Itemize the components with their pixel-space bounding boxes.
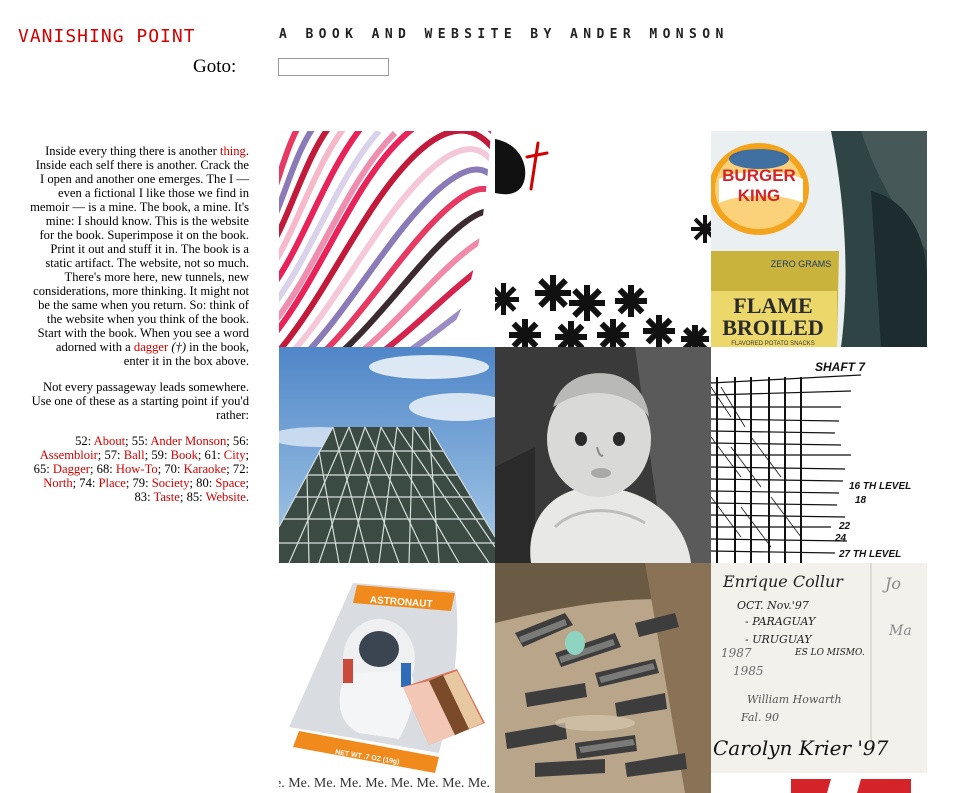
postcard-line-2: OCT. Nov.'97: [737, 599, 809, 612]
marbled-paper-graphic: [279, 131, 495, 347]
map-label-16th: 16 TH LEVEL: [849, 481, 911, 492]
postcard-line-1: Enrique Collur: [722, 572, 844, 591]
postcard-line-10: Carolyn Krier '97: [713, 736, 889, 760]
link-separator: ;: [245, 448, 250, 462]
svg-text:Ma: Ma: [888, 623, 912, 639]
dagger-asterisk-graphic: [495, 131, 711, 347]
link-separator: .: [245, 490, 249, 504]
link-number: 70:: [164, 462, 184, 476]
postcard-line-4: - URUGUAY: [745, 633, 813, 646]
goto-label: Goto:: [193, 56, 237, 77]
link-number: 79:: [132, 476, 152, 490]
postcard-line-7: 1985: [733, 664, 764, 678]
link-number: 52:: [75, 434, 94, 448]
burger-bag-line2: BROILED: [722, 315, 823, 340]
map-title: SHAFT 7: [815, 360, 866, 374]
link-number: 56:: [232, 434, 249, 448]
link-thing[interactable]: thing: [220, 144, 246, 158]
link-number: 59:: [151, 448, 171, 462]
link-dagger[interactable]: dagger: [134, 340, 168, 354]
postcard-line-6: 1987: [721, 646, 752, 660]
link-dagger[interactable]: Dagger: [53, 462, 90, 476]
intro-text-b: . Inside each self there is another. Cra…: [30, 144, 249, 354]
goto-input[interactable]: [278, 58, 389, 76]
link-number: 85:: [186, 490, 206, 504]
link-taste[interactable]: Taste: [154, 490, 180, 504]
link-number: 83:: [134, 490, 154, 504]
handwritten-postcard-graphic: Enrique Collur OCT. Nov.'97 - PARAGUAY -…: [711, 563, 927, 793]
passageway-paragraph: Not every passageway leads somewhere. Us…: [31, 380, 249, 422]
mine-shaft-map-image[interactable]: SHAFT 7 16 TH LEVEL 18 22 24 27 TH LEVEL: [711, 347, 927, 563]
burger-king-chips-image[interactable]: BURGER KING ZERO GRAMS FLAME BROILED FLA…: [711, 131, 927, 347]
intro-text-a: Inside every thing there is another: [45, 144, 220, 158]
postcard-line-9: Fal. 90: [740, 711, 779, 724]
link-assembloir[interactable]: Assembloir: [40, 448, 98, 462]
link-city[interactable]: City: [224, 448, 246, 462]
burger-king-chips-graphic: BURGER KING ZERO GRAMS FLAME BROILED FLA…: [711, 131, 927, 347]
burger-logo-line2: KING: [738, 186, 781, 205]
site-byline: A BOOK AND WEBSITE BY ANDER MONSON: [279, 27, 729, 42]
glass-pyramid-image[interactable]: [279, 347, 495, 563]
me-strip-text: e. Me. Me. Me. Me. Me. Me. Me. Me.: [279, 776, 490, 791]
link-number: 68:: [96, 462, 116, 476]
razor-blades-image[interactable]: [495, 563, 711, 793]
link-number: 65:: [33, 462, 53, 476]
postcard-line-5: ES LO MISMO.: [794, 648, 865, 658]
baby-photo-image[interactable]: [495, 347, 711, 563]
handwritten-postcard-image[interactable]: Enrique Collur OCT. Nov.'97 - PARAGUAY -…: [711, 563, 927, 793]
link-separator: ;: [179, 490, 187, 504]
svg-text:Jo: Jo: [882, 574, 901, 593]
link-space[interactable]: Space: [215, 476, 245, 490]
link-separator: ;: [245, 476, 250, 490]
marbled-paper-image[interactable]: [279, 131, 495, 347]
dagger-symbol: (†): [171, 340, 187, 354]
link-separator: ;: [226, 462, 233, 476]
link-ball[interactable]: Ball: [124, 448, 145, 462]
link-place[interactable]: Place: [99, 476, 126, 490]
mine-shaft-map-graphic: SHAFT 7 16 TH LEVEL 18 22 24 27 TH LEVEL: [711, 347, 927, 563]
link-number: 74:: [79, 476, 99, 490]
link-how-to[interactable]: How-To: [116, 462, 158, 476]
astronaut-ice-cream-graphic: ASTRONAUT NET WT .7 OZ (19g) e. Me. Me. …: [279, 563, 495, 793]
razor-blades-graphic: [495, 563, 711, 793]
intro-text: Inside every thing there is another thin…: [30, 144, 249, 516]
map-label-27th: 27 TH LEVEL: [838, 549, 901, 560]
link-number: 57:: [104, 448, 124, 462]
link-number: 55:: [131, 434, 151, 448]
link-separator: ;: [197, 448, 205, 462]
link-separator: ;: [89, 462, 97, 476]
burger-zero-text: ZERO GRAMS: [771, 259, 832, 269]
link-separator: ;: [226, 434, 233, 448]
link-number: 80:: [196, 476, 216, 490]
site-title[interactable]: VANISHING POINT: [18, 26, 196, 47]
link-book[interactable]: Book: [171, 448, 198, 462]
link-website[interactable]: Website: [206, 490, 246, 504]
dagger-asterisk-image[interactable]: [495, 131, 711, 347]
link-about[interactable]: About: [94, 434, 125, 448]
link-society[interactable]: Society: [152, 476, 190, 490]
starting-point-links: 52: About; 55: Ander Monson; 56: Assembl…: [30, 434, 249, 504]
image-grid: BURGER KING ZERO GRAMS FLAME BROILED FLA…: [279, 131, 927, 793]
postcard-line-3: - PARAGUAY: [745, 615, 817, 628]
astronaut-ice-cream-image[interactable]: ASTRONAUT NET WT .7 OZ (19g) e. Me. Me. …: [279, 563, 495, 793]
map-label-18: 18: [855, 495, 867, 506]
intro-paragraph: Inside every thing there is another thin…: [30, 144, 249, 368]
link-separator: ;: [125, 434, 132, 448]
link-karaoke[interactable]: Karaoke: [184, 462, 227, 476]
map-label-22: 22: [838, 521, 851, 532]
link-number: 61:: [204, 448, 224, 462]
postcard-line-8: William Howarth: [747, 693, 842, 706]
link-north[interactable]: North: [43, 476, 72, 490]
baby-photo-graphic: [495, 347, 711, 563]
glass-pyramid-graphic: [279, 347, 495, 563]
map-label-24: 24: [834, 533, 847, 544]
link-ander-monson[interactable]: Ander Monson: [150, 434, 226, 448]
link-number: 72:: [232, 462, 249, 476]
